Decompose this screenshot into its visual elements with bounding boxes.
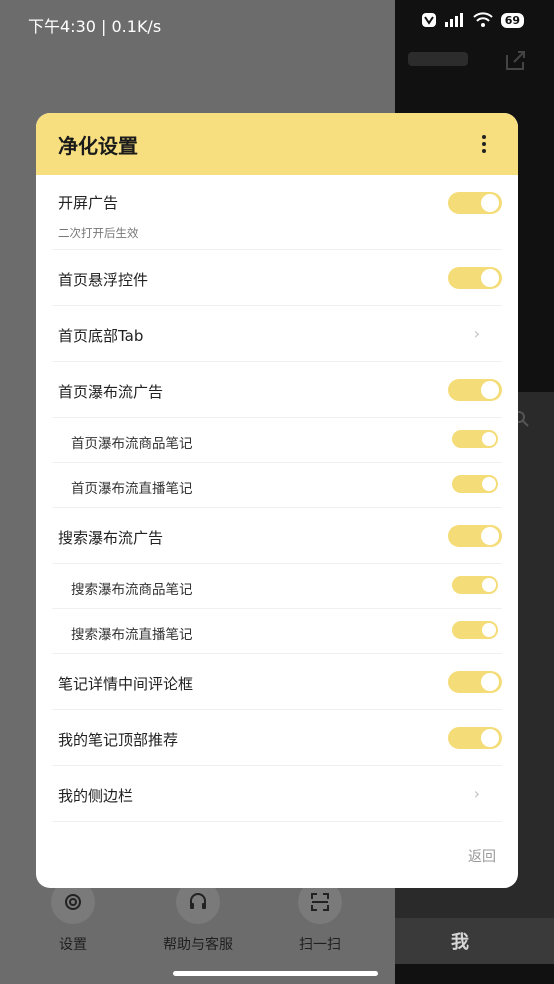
toggle-knob [482,477,496,491]
setting-label: 笔记详情中间评论框 [58,675,194,693]
toggle-knob [481,729,499,747]
setting-row[interactable]: 搜索瀑布流广告 [52,508,502,564]
setting-toggle[interactable] [452,475,498,493]
nav-settings[interactable]: 设置 [18,880,128,954]
setting-row[interactable]: 笔记详情中间评论框 [52,654,502,710]
setting-row[interactable]: 首页悬浮控件 [52,250,502,306]
setting-row[interactable]: 搜索瀑布流商品笔记 [52,564,502,609]
toggle-knob [481,381,499,399]
purify-settings-dialog: 净化设置 开屏广告二次打开后生效首页悬浮控件 首页底部Tab › 首页瀑布流广告首页瀑… [36,113,518,888]
setting-row[interactable]: 首页瀑布流直播笔记 [52,463,502,508]
nav-scan-label: 扫一扫 [299,937,341,953]
setting-row[interactable]: 首页瀑布流广告 [52,362,502,418]
toggle-knob [482,623,496,637]
wifi-icon [472,12,493,27]
more-options-icon[interactable] [474,132,494,156]
signal-icon [444,13,463,27]
setting-label: 搜索瀑布流广告 [58,529,164,547]
dialog-title: 净化设置 [58,133,138,158]
setting-toggle[interactable] [452,576,498,594]
setting-label: 开屏广告 [58,194,119,212]
settings-list: 开屏广告二次打开后生效首页悬浮控件 首页底部Tab › 首页瀑布流广告首页瀑布流商品笔… [36,175,518,822]
setting-toggle[interactable] [448,727,502,749]
setting-row[interactable]: 我的侧边栏 › [52,766,502,822]
setting-label: 首页瀑布流商品笔记 [71,436,193,452]
setting-hint: 二次打开后生效 [58,226,139,240]
toggle-knob [481,673,499,691]
setting-label: 首页瀑布流直播笔记 [71,481,193,497]
status-icons: 69 [421,12,524,28]
setting-label: 我的侧边栏 [58,787,134,805]
setting-toggle[interactable] [448,267,502,289]
setting-row[interactable]: 开屏广告二次打开后生效 [52,175,502,250]
home-indicator[interactable] [173,971,378,976]
tab-me[interactable]: 我 [395,928,525,954]
setting-toggle[interactable] [448,379,502,401]
setting-row[interactable]: 我的笔记顶部推荐 [52,710,502,766]
toggle-knob [481,527,499,545]
toggle-knob [482,578,496,592]
toggle-knob [481,194,499,212]
nav-settings-label: 设置 [59,937,87,953]
battery-indicator: 69 [500,12,524,28]
chevron-right-icon[interactable]: › [474,784,480,803]
status-bar: 下午4:30 | 0.1K/s 69 [0,0,554,46]
back-button[interactable]: 返回 [468,846,496,866]
setting-toggle[interactable] [448,671,502,693]
nav-help-label: 帮助与客服 [163,937,233,953]
setting-label: 首页底部Tab [58,327,144,345]
status-time-speed: 下午4:30 | 0.1K/s [28,17,162,36]
setting-toggle[interactable] [448,192,502,214]
app-notification-icon [421,13,436,27]
setting-toggle[interactable] [452,430,498,448]
setting-row[interactable]: 搜索瀑布流直播笔记 [52,609,502,654]
setting-row[interactable]: 首页瀑布流商品笔记 [52,418,502,463]
nav-scan[interactable]: 扫一扫 [265,880,375,954]
setting-toggle[interactable] [448,525,502,547]
nav-help[interactable]: 帮助与客服 [143,880,253,954]
setting-label: 首页悬浮控件 [58,271,149,289]
background-top-label [408,52,468,66]
dialog-header: 净化设置 [36,113,518,175]
toggle-knob [482,432,496,446]
setting-label: 搜索瀑布流直播笔记 [71,627,193,643]
share-icon [506,51,525,70]
toggle-knob [481,269,499,287]
setting-row[interactable]: 首页底部Tab › [52,306,502,362]
setting-toggle[interactable] [452,621,498,639]
chevron-right-icon[interactable]: › [474,324,480,343]
setting-label: 我的笔记顶部推荐 [58,731,179,749]
setting-label: 搜索瀑布流商品笔记 [71,582,193,598]
setting-label: 首页瀑布流广告 [58,383,164,401]
